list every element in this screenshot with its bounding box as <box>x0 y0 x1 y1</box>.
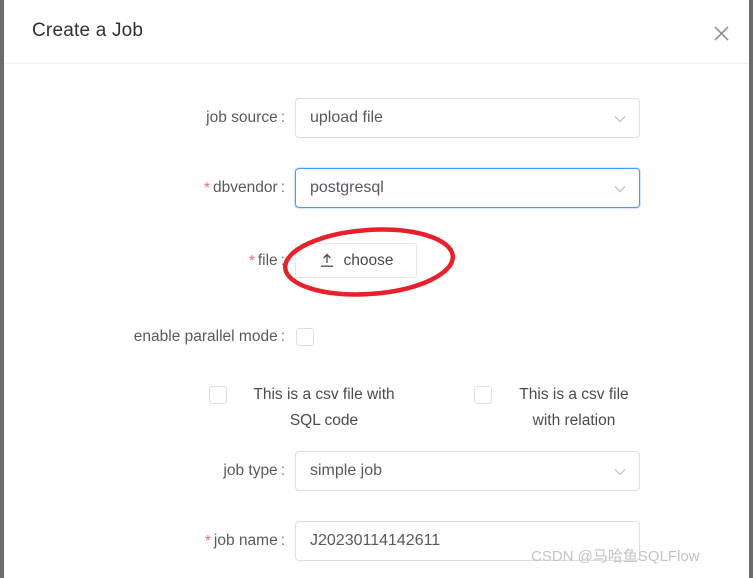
parallel-mode-checkbox[interactable] <box>296 328 314 346</box>
label-colon: : <box>280 252 285 269</box>
label-job-type-text: job type <box>223 462 278 479</box>
chevron-down-icon <box>614 116 626 123</box>
dbvendor-select[interactable]: postgresql <box>295 168 640 208</box>
required-asterisk: * <box>204 533 211 550</box>
label-dbvendor-text: dbvendor <box>213 179 278 196</box>
job-name-value: J20230114142611 <box>310 532 441 549</box>
label-colon: : <box>280 179 285 196</box>
csv-sql-code-label: This is a csv file with SQL code <box>253 386 395 429</box>
label-job-name: * job name: <box>4 521 285 561</box>
form-row-job-source: job source: upload file <box>4 98 749 138</box>
close-icon[interactable] <box>706 18 736 48</box>
label-job-name-text: job name <box>213 532 278 549</box>
label-colon: : <box>280 532 285 549</box>
label-parallel-mode-text: enable parallel mode <box>133 328 278 345</box>
form-row-dbvendor: * dbvendor: postgresql <box>4 168 749 208</box>
chevron-down-icon <box>614 469 626 476</box>
label-parallel-mode: enable parallel mode: <box>4 317 285 357</box>
create-job-form: job source: upload file * dbvendor: postg… <box>4 65 749 578</box>
form-row-job-type: job type: simple job <box>4 451 749 491</box>
csv-relation-label: This is a csv file with relation <box>519 386 629 429</box>
required-asterisk: * <box>248 253 255 270</box>
required-asterisk: * <box>204 180 211 197</box>
watermark: CSDN @马哈鱼SQLFlow <box>531 548 700 565</box>
label-job-source: job source: <box>4 98 285 138</box>
choose-file-label: choose <box>343 251 394 269</box>
job-source-select[interactable]: upload file <box>295 98 640 138</box>
create-job-dialog: Create a Job job source: upload file * d… <box>0 0 753 578</box>
label-job-source-text: job source <box>206 109 278 126</box>
label-job-type: job type: <box>4 451 285 491</box>
choose-file-button[interactable]: choose <box>295 243 417 278</box>
job-type-select[interactable]: simple job <box>295 451 640 491</box>
csv-relation-checkbox[interactable] <box>474 386 492 404</box>
upload-icon <box>320 253 333 267</box>
chevron-down-icon <box>614 186 626 193</box>
label-file: * file: <box>4 241 285 281</box>
label-colon: : <box>280 462 285 479</box>
job-source-value: upload file <box>310 109 383 126</box>
csv-sql-code-checkbox[interactable] <box>209 386 227 404</box>
dbvendor-value: postgresql <box>310 179 384 196</box>
label-colon: : <box>280 109 285 126</box>
dialog-title: Create a Job <box>32 20 144 41</box>
form-row-parallel-mode: enable parallel mode: <box>4 317 749 357</box>
form-row-file: * file: choose <box>4 241 749 281</box>
label-colon: : <box>280 328 285 345</box>
label-file-text: file <box>257 252 278 269</box>
label-dbvendor: * dbvendor: <box>4 168 285 208</box>
dialog-header: Create a Job <box>4 0 749 64</box>
job-type-value: simple job <box>310 462 383 479</box>
csv-options-group: This is a csv file with SQL code This is… <box>4 382 749 444</box>
